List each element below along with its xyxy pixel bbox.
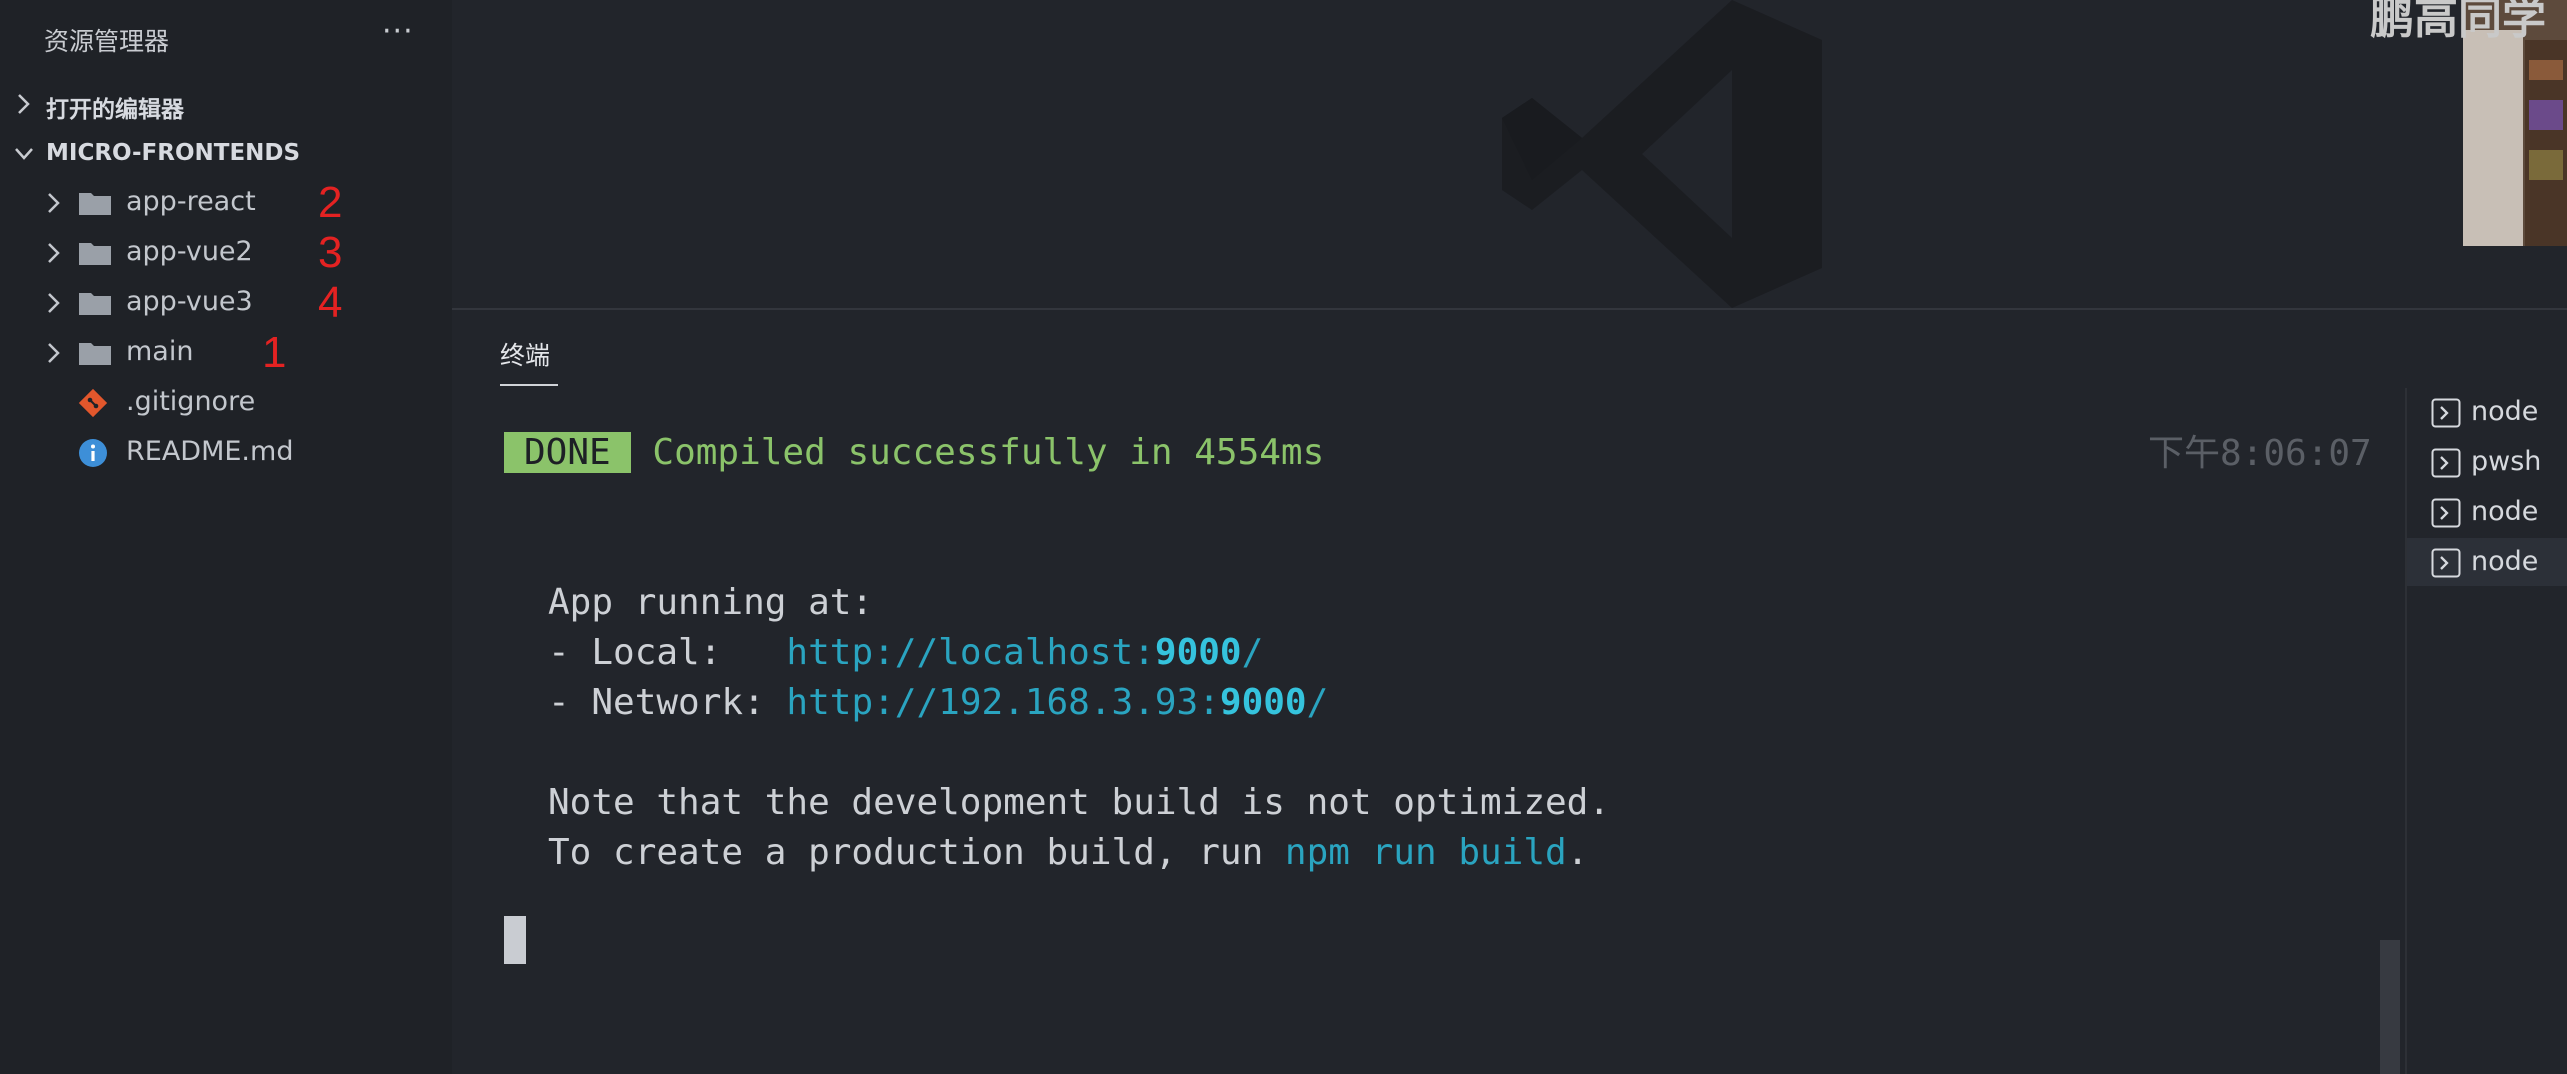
compile-status-line: DONE Compiled successfully in 4554ms [504,432,1324,473]
terminal-item-label: node [2471,396,2539,427]
network-url-line: - Network: http://192.168.3.93:9000/ [548,682,1328,723]
terminal-icon [2431,548,2461,578]
annotation-number: 3 [318,228,343,277]
terminal-item-label: node [2471,546,2539,577]
editor-area [452,0,2567,308]
local-label: - Local: [548,632,787,673]
done-badge: DONE [504,432,631,473]
build-hint-line: To create a production build, run npm ru… [548,832,1589,873]
annotation-number: 4 [318,278,343,327]
terminal-item-node-1[interactable]: node [2407,388,2567,436]
network-url-link[interactable]: http://192.168.3.93:9000/ [786,682,1328,723]
chevron-down-icon [15,148,33,160]
more-actions-button[interactable]: ··· [382,14,414,49]
tree-item-label: main [126,336,194,367]
folder-icon [79,293,111,315]
terminal-item-label: node [2471,496,2539,527]
tree-item-label: .gitignore [126,386,256,417]
build-command: npm run build [1284,832,1567,873]
vscode-logo-icon [1502,0,1822,308]
explorer-sidebar: 资源管理器 ··· 打开的编辑器 MICRO-FRONTENDS app-rea… [0,0,452,1074]
app-running-line: App running at: [548,582,874,623]
annotation-number: 1 [262,328,287,377]
compiled-message: Compiled successfully in 4554ms [652,432,1325,473]
explorer-header: 资源管理器 ··· [0,0,452,80]
info-icon [79,439,107,467]
terminal-item-node-2[interactable]: node [2407,488,2567,536]
tree-item-label: README.md [126,436,294,467]
terminal-icon [2431,398,2461,428]
terminal-panel: 终端 DONE Compiled successfully in 4554ms … [452,308,2567,1074]
tree-item-app-vue3[interactable]: app-vue3 4 [0,278,452,328]
local-url-link[interactable]: http://localhost:9000/ [786,632,1263,673]
chevron-right-icon [48,193,60,213]
terminal-cursor [504,916,526,964]
network-label: - Network: [548,682,787,723]
note-line: Note that the development build is not o… [548,782,1611,823]
tree-item-main[interactable]: main 1 [0,328,452,378]
folder-icon [79,343,111,365]
tree-item-app-react[interactable]: app-react 2 [0,178,452,228]
terminal-list: node pwsh node node [2405,388,2567,1074]
local-url-line: - Local: http://localhost:9000/ [548,632,1263,673]
terminal-icon [2431,448,2461,478]
project-label: MICRO-FRONTENDS [46,140,301,166]
terminal-output[interactable]: DONE Compiled successfully in 4554ms 下午8… [504,410,2384,1070]
annotation-number: 2 [318,178,343,227]
active-tab-indicator [500,384,558,386]
tab-terminal[interactable]: 终端 [500,336,550,372]
tree-item-app-vue2[interactable]: app-vue2 3 [0,228,452,278]
terminal-item-pwsh[interactable]: pwsh [2407,438,2567,486]
chevron-right-icon [18,94,30,114]
tree-item-gitignore[interactable]: .gitignore [0,378,452,428]
explorer-title: 资源管理器 [44,27,170,56]
git-icon [78,388,108,418]
chevron-right-icon [48,343,60,363]
tree-item-label: app-react [126,186,256,217]
project-section[interactable]: MICRO-FRONTENDS [0,130,452,178]
channel-watermark: 鹏高同学 [2370,0,2546,44]
chevron-right-icon [48,293,60,313]
tree-item-label: app-vue2 [126,236,253,267]
open-editors-section[interactable]: 打开的编辑器 [0,80,452,128]
terminal-icon [2431,498,2461,528]
terminal-item-node-3[interactable]: node [2407,538,2567,586]
folder-icon [79,193,111,215]
tree-item-label: app-vue3 [126,286,253,317]
timestamp: 下午8:06:07 [2148,433,2372,474]
folder-icon [79,243,111,265]
terminal-item-label: pwsh [2471,446,2542,477]
chevron-right-icon [48,243,60,263]
terminal-scrollbar[interactable] [2380,940,2400,1074]
open-editors-label: 打开的编辑器 [46,97,184,123]
tree-item-readme[interactable]: README.md [0,428,452,478]
